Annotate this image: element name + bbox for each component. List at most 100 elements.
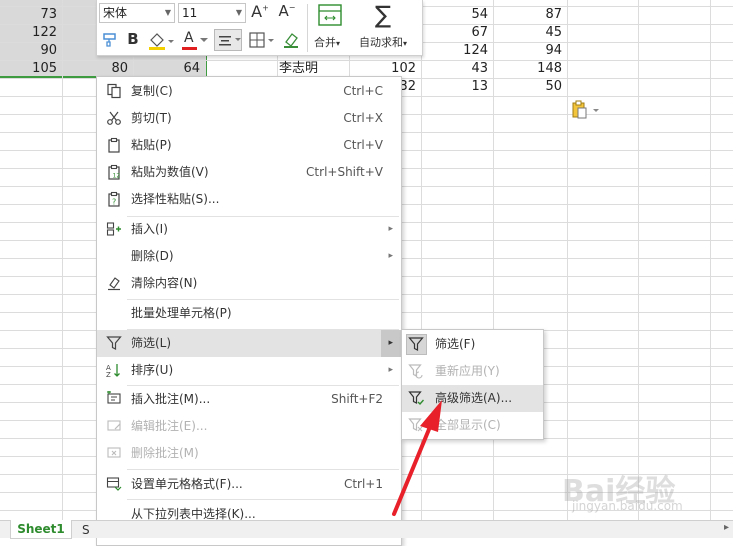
menu-item-shortcut: Ctrl+1: [343, 477, 383, 491]
format-painter-button[interactable]: [101, 32, 119, 50]
paste-icon: [108, 137, 120, 153]
menu-item-label: 编辑批注(E)...: [131, 419, 208, 433]
font-color-bar: [182, 47, 197, 50]
menu-item-paste-special[interactable]: ? 选择性粘贴(S)...: [97, 186, 401, 213]
submenu-arrow-icon: ▸: [388, 365, 393, 375]
menu-item-shortcut: Ctrl+C: [343, 84, 383, 98]
cell[interactable]: 67: [421, 24, 493, 42]
format-cells-icon: [106, 477, 122, 491]
menu-item-insert-comment[interactable]: 插入批注(M)... Shift+F2: [97, 386, 401, 413]
svg-text:12: 12: [113, 173, 121, 180]
submenu-item-label: 筛选(F): [435, 337, 476, 351]
copy-icon: [107, 83, 121, 99]
menu-item-shortcut: Ctrl+V: [343, 138, 383, 152]
grow-font-button[interactable]: A+: [250, 2, 270, 21]
insert-comment-icon: [107, 391, 121, 404]
menu-item-insert[interactable]: 插入(I) ▸: [97, 216, 401, 243]
red-arrow-annotation: [392, 400, 442, 516]
paste-special-icon: ?: [108, 191, 120, 207]
font-name-value: 宋体: [103, 6, 128, 20]
menu-item-paste[interactable]: 粘贴(P) Ctrl+V: [97, 132, 401, 159]
format-painter-icon: [103, 33, 116, 47]
menu-item-label: 删除(D): [131, 249, 174, 263]
submenu-item-reapply: 重新应用(Y): [402, 358, 543, 385]
svg-text:Z: Z: [106, 371, 111, 378]
cell[interactable]: 122: [0, 24, 62, 42]
menu-item-label: 选择性粘贴(S)...: [131, 192, 220, 206]
paste-options-button[interactable]: [571, 100, 601, 120]
svg-text:?: ?: [112, 198, 116, 207]
cell[interactable]: 13: [421, 78, 493, 96]
menu-item-label: 设置单元格格式(F)...: [131, 477, 243, 491]
menu-item-filter[interactable]: 筛选(L) ▸: [97, 330, 401, 357]
menu-item-clear[interactable]: 清除内容(N): [97, 270, 401, 297]
cell[interactable]: 43: [421, 60, 493, 78]
menu-item-format-cells[interactable]: 设置单元格格式(F)... Ctrl+1: [97, 471, 401, 498]
menu-item-shortcut: Ctrl+Shift+V: [306, 165, 383, 179]
menu-item-label: 插入(I): [131, 222, 168, 236]
chevron-down-icon: [235, 38, 241, 41]
menu-item-label: 排序(U): [131, 363, 174, 377]
cell[interactable]: 124: [421, 42, 493, 60]
menu-item-label: 剪切(T): [131, 111, 172, 125]
shrink-font-icon: A: [278, 2, 289, 20]
scroll-right-icon[interactable]: ▸: [724, 522, 729, 533]
submenu-arrow-icon: ▸: [388, 251, 393, 261]
menu-item-batch[interactable]: 批量处理单元格(P): [97, 300, 401, 327]
font-size-select[interactable]: 11 ▼: [178, 3, 246, 23]
floating-format-toolbar: 宋体 ▼ 11 ▼ A+ A− B A 合并▾ ∑ 自动求和▾: [96, 0, 423, 56]
paint-bucket-icon: [149, 33, 174, 50]
shrink-font-button[interactable]: A−: [277, 2, 297, 20]
menu-item-edit-comment: 编辑批注(E)...: [97, 413, 401, 440]
insert-cells-icon: [106, 222, 121, 236]
autosum-button[interactable]: ∑ 自动求和▾: [355, 1, 419, 53]
paste-values-icon: 12: [108, 164, 121, 180]
cell[interactable]: 94: [493, 42, 567, 60]
menu-item-paste-values[interactable]: 12 粘贴为数值(V) Ctrl+Shift+V: [97, 159, 401, 186]
cell[interactable]: 90: [0, 42, 62, 60]
menu-item-delete[interactable]: 删除(D) ▸: [97, 243, 401, 270]
baidu-watermark-url: jingyan.baidu.com: [572, 499, 683, 513]
menu-item-label: 批量处理单元格(P): [131, 306, 232, 320]
border-button[interactable]: [247, 30, 275, 52]
sort-az-icon: AZ: [106, 364, 120, 378]
filter-funnel-icon: [408, 337, 424, 351]
context-menu: 复制(C) Ctrl+C 剪切(T) Ctrl+X 粘贴(P) Ctrl+V 1…: [96, 76, 402, 546]
cell[interactable]: 54: [421, 6, 493, 24]
align-button[interactable]: [214, 29, 242, 51]
tab-sheet1[interactable]: Sheet1: [10, 520, 72, 539]
menu-item-delete-comment: 删除批注(M): [97, 440, 401, 467]
merge-button[interactable]: 合并▾: [310, 3, 350, 53]
font-name-select[interactable]: 宋体 ▼: [99, 3, 175, 23]
cell[interactable]: 148: [493, 60, 567, 78]
merge-cells-icon: [318, 4, 342, 26]
sigma-icon: ∑: [375, 1, 392, 29]
clear-eraser-icon: [108, 277, 120, 291]
chevron-down-icon: ▼: [164, 8, 171, 17]
font-size-value: 11: [182, 6, 198, 20]
font-color-button[interactable]: A: [181, 30, 209, 52]
menu-item-label: 清除内容(N): [131, 276, 198, 290]
fill-color-button[interactable]: [147, 30, 175, 52]
cell[interactable]: 45: [493, 24, 567, 42]
tab-sheet2[interactable]: S: [82, 521, 90, 539]
menu-item-label: 复制(C): [131, 84, 173, 98]
cell[interactable]: 87: [493, 6, 567, 24]
submenu-item-filter[interactable]: 筛选(F): [402, 331, 543, 358]
submenu-arrow-icon: ▸: [388, 338, 393, 348]
menu-item-sort[interactable]: AZ 排序(U) ▸: [97, 357, 401, 384]
eraser-icon: [284, 33, 298, 48]
menu-item-copy[interactable]: 复制(C) Ctrl+C: [97, 78, 401, 105]
menu-item-shortcut: Ctrl+X: [343, 111, 383, 125]
eraser-button[interactable]: [280, 30, 302, 52]
cell[interactable]: 50: [493, 78, 567, 96]
bold-button[interactable]: B: [124, 30, 142, 48]
submenu-item-label: 重新应用(Y): [435, 364, 500, 378]
cell[interactable]: 105: [0, 60, 62, 78]
menu-item-label: 粘贴为数值(V): [131, 165, 209, 179]
menu-item-cut[interactable]: 剪切(T) Ctrl+X: [97, 105, 401, 132]
menu-item-label: 删除批注(M): [131, 446, 199, 460]
menu-item-label: 筛选(L): [131, 336, 172, 350]
delete-comment-icon: [107, 447, 121, 458]
cell[interactable]: 73: [0, 6, 62, 24]
